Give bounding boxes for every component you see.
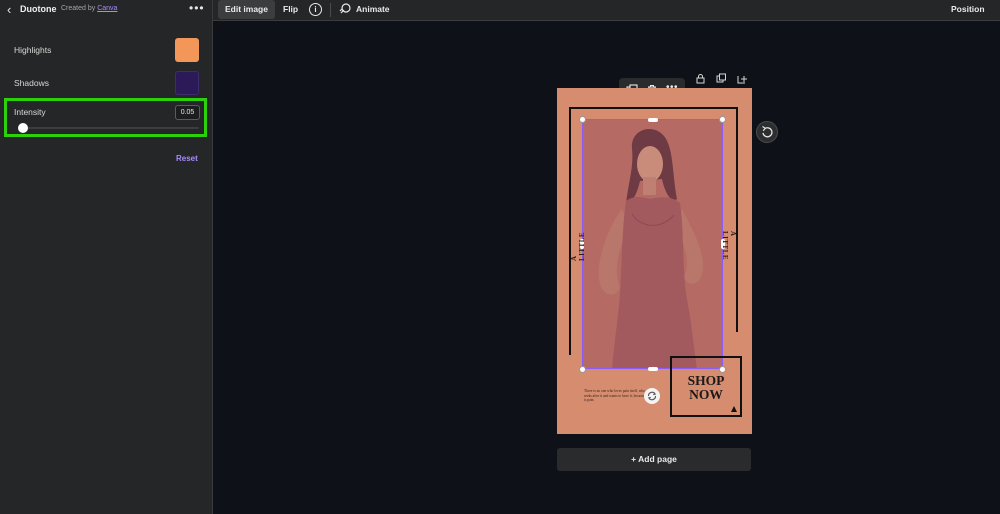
- panel-title: Duotone: [20, 4, 57, 14]
- toolbar-divider: [330, 3, 331, 17]
- frame-line-top: [569, 107, 738, 109]
- shadows-color-swatch[interactable]: [175, 71, 199, 95]
- more-options-icon[interactable]: •••: [189, 1, 205, 15]
- add-page-button[interactable]: + Add page: [557, 448, 751, 471]
- created-by: Created by Canva: [61, 5, 117, 12]
- shop-line-1: SHOP: [687, 373, 725, 388]
- animate-icon[interactable]: [339, 3, 351, 15]
- lock-icon[interactable]: [695, 71, 706, 84]
- resize-handle-top[interactable]: [648, 118, 658, 122]
- created-by-prefix: Created by: [61, 5, 96, 12]
- intensity-label: Intensity: [14, 107, 46, 117]
- reset-button[interactable]: Reset: [176, 154, 198, 163]
- resize-handle-top-right[interactable]: [719, 116, 726, 123]
- resize-handle-top-left[interactable]: [579, 116, 586, 123]
- replace-image-icon[interactable]: [644, 388, 660, 404]
- body-small-text: There is no one who loves pain itself, w…: [584, 389, 648, 403]
- vertical-text-left: A LITTLE: [570, 231, 586, 261]
- duplicate-page-icon[interactable]: [716, 71, 727, 83]
- triangle-icon: [731, 406, 737, 412]
- shop-now-text: SHOP NOW: [671, 374, 741, 402]
- flip-button[interactable]: Flip: [283, 0, 298, 19]
- shadows-label: Shadows: [14, 78, 49, 88]
- highlights-color-swatch[interactable]: [175, 38, 199, 62]
- position-button[interactable]: Position: [951, 0, 985, 19]
- creator-link[interactable]: Canva: [97, 5, 117, 12]
- intensity-slider-track[interactable]: [22, 127, 199, 129]
- rotate-icon[interactable]: [756, 121, 778, 143]
- highlights-label: Highlights: [14, 45, 52, 55]
- back-chevron-icon[interactable]: ‹: [7, 3, 19, 17]
- resize-handle-bottom[interactable]: [648, 367, 658, 371]
- intensity-value-input[interactable]: 0.05: [175, 105, 200, 120]
- intensity-slider-thumb[interactable]: [18, 123, 28, 133]
- frame-line-right: [736, 107, 738, 332]
- vertical-text-right: A LITTLE: [721, 231, 737, 261]
- animate-button[interactable]: Animate: [356, 0, 390, 19]
- add-page-icon[interactable]: [737, 71, 748, 84]
- info-icon[interactable]: i: [309, 3, 322, 16]
- duotone-panel: ‹ Duotone Created by Canva ••• Highlight…: [0, 0, 213, 514]
- shop-line-2: NOW: [689, 387, 723, 402]
- image-selection-border: [582, 119, 723, 369]
- top-toolbar: Edit image Flip i Animate Position: [213, 0, 1000, 21]
- edit-image-button[interactable]: Edit image: [218, 0, 275, 19]
- resize-handle-bottom-left[interactable]: [579, 366, 586, 373]
